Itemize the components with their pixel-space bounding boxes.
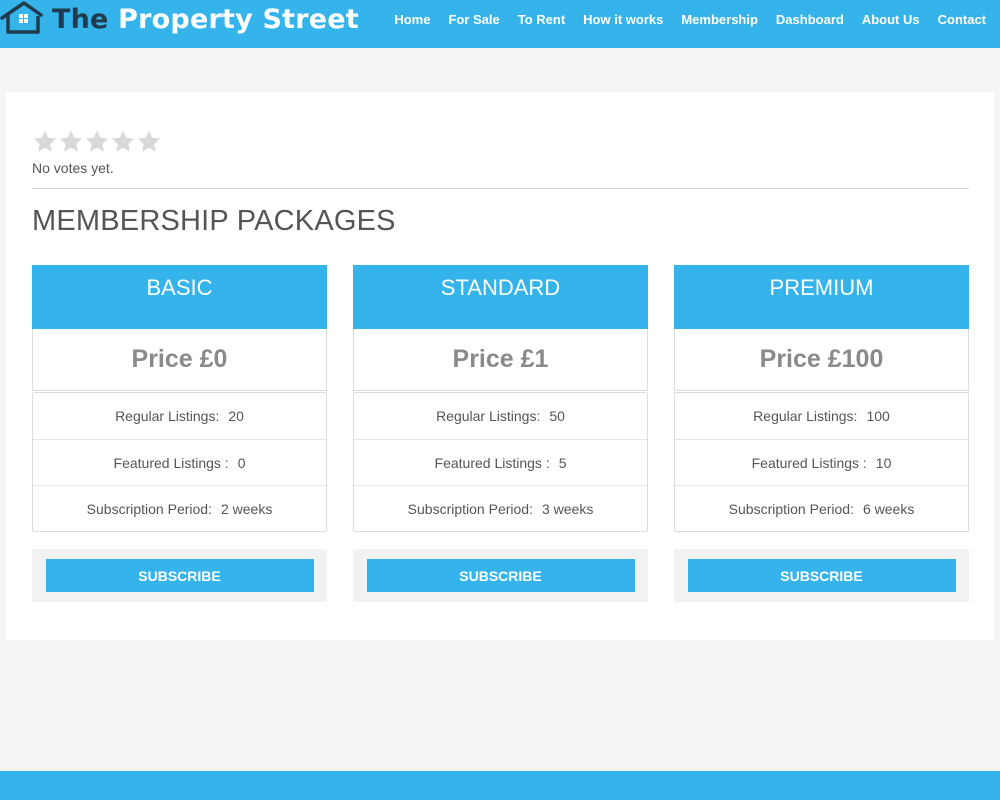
feature-row: Featured Listings : 10	[675, 439, 968, 485]
brand-name: Property Street	[118, 3, 359, 35]
subscribe-area: SUBSCRIBE	[674, 549, 969, 602]
package-name: PREMIUM	[674, 265, 969, 329]
nav-dashboard[interactable]: Dashboard	[776, 12, 844, 27]
feature-label: Regular Listings:	[115, 408, 220, 424]
feature-value: 50	[549, 408, 565, 424]
star-icon[interactable]	[136, 128, 162, 156]
content-panel: No votes yet. MEMBERSHIP PACKAGES BASIC …	[6, 92, 994, 640]
brand-prefix: The	[52, 3, 109, 35]
star-icon[interactable]	[110, 128, 136, 156]
nav-home[interactable]: Home	[394, 12, 430, 27]
feature-value: 10	[875, 454, 892, 471]
feature-value: 3 weeks	[541, 500, 594, 517]
feature-label: Subscription Period:	[86, 500, 212, 517]
subscribe-button-standard[interactable]: SUBSCRIBE	[366, 559, 635, 592]
package-price: Price £100	[674, 329, 969, 391]
feature-row: Subscription Period: 6 weeks	[675, 485, 968, 531]
package-card-premium: PREMIUM Price £100 Regular Listings: 100 …	[674, 265, 969, 602]
feature-row: Subscription Period: 2 weeks	[33, 485, 326, 531]
rating-widget: No votes yet.	[32, 128, 162, 176]
package-price: Price £1	[353, 329, 648, 391]
feature-label: Featured Listings :	[751, 454, 867, 471]
star-icon[interactable]	[32, 128, 58, 156]
feature-row: Subscription Period: 3 weeks	[354, 485, 647, 531]
nav-to-rent[interactable]: To Rent	[518, 12, 565, 27]
section-divider	[32, 188, 969, 189]
site-title: The Property Street	[52, 4, 359, 35]
star-icon[interactable]	[58, 128, 84, 156]
star-rating	[32, 128, 162, 158]
package-name: STANDARD	[353, 265, 648, 329]
subscribe-area: SUBSCRIBE	[353, 549, 648, 602]
feature-row: Regular Listings: 20	[33, 393, 326, 439]
page-title: MEMBERSHIP PACKAGES	[32, 205, 396, 237]
feature-row: Regular Listings: 50	[354, 393, 647, 439]
nav-how-it-works[interactable]: How it works	[583, 12, 663, 27]
feature-value: 5	[558, 454, 567, 471]
star-icon[interactable]	[84, 128, 110, 156]
feature-label: Subscription Period:	[407, 500, 533, 517]
nav-for-sale[interactable]: For Sale	[448, 12, 499, 27]
package-features: Regular Listings: 100 Featured Listings :…	[674, 392, 969, 532]
feature-value: 100	[866, 408, 890, 424]
main-nav: Home For Sale To Rent How it works Membe…	[376, 0, 986, 38]
votes-text: No votes yet.	[32, 160, 114, 176]
package-features: Regular Listings: 20 Featured Listings : 0…	[32, 392, 327, 532]
feature-value: 0	[237, 454, 246, 471]
subscribe-button-premium[interactable]: SUBSCRIBE	[687, 559, 956, 592]
package-card-basic: BASIC Price £0 Regular Listings: 20 Featu…	[32, 265, 327, 602]
feature-row: Featured Listings : 0	[33, 439, 326, 485]
package-card-standard: STANDARD Price £1 Regular Listings: 50 Fe…	[353, 265, 648, 602]
package-features: Regular Listings: 50 Featured Listings : 5…	[353, 392, 648, 532]
feature-value: 6 weeks	[862, 500, 915, 517]
feature-label: Regular Listings:	[753, 408, 858, 424]
feature-row: Featured Listings : 5	[354, 439, 647, 485]
top-header: The Property Street Home For Sale To Ren…	[0, 0, 1000, 48]
feature-label: Featured Listings :	[434, 454, 550, 471]
feature-value: 2 weeks	[220, 500, 273, 517]
subscribe-area: SUBSCRIBE	[32, 549, 327, 602]
feature-value: 20	[228, 408, 244, 424]
nav-membership[interactable]: Membership	[681, 12, 758, 27]
feature-row: Regular Listings: 100	[675, 393, 968, 439]
package-price: Price £0	[32, 329, 327, 391]
package-name: BASIC	[32, 265, 327, 329]
feature-label: Subscription Period:	[728, 500, 854, 517]
nav-about-us[interactable]: About Us	[862, 12, 920, 27]
feature-label: Featured Listings :	[113, 454, 229, 471]
nav-contact[interactable]: Contact	[938, 12, 986, 27]
subscribe-button-basic[interactable]: SUBSCRIBE	[45, 559, 314, 592]
house-logo-icon	[0, 1, 43, 34]
site-logo[interactable]: The Property Street	[0, 0, 359, 38]
page-footer	[0, 771, 1000, 800]
feature-label: Regular Listings:	[436, 408, 541, 424]
